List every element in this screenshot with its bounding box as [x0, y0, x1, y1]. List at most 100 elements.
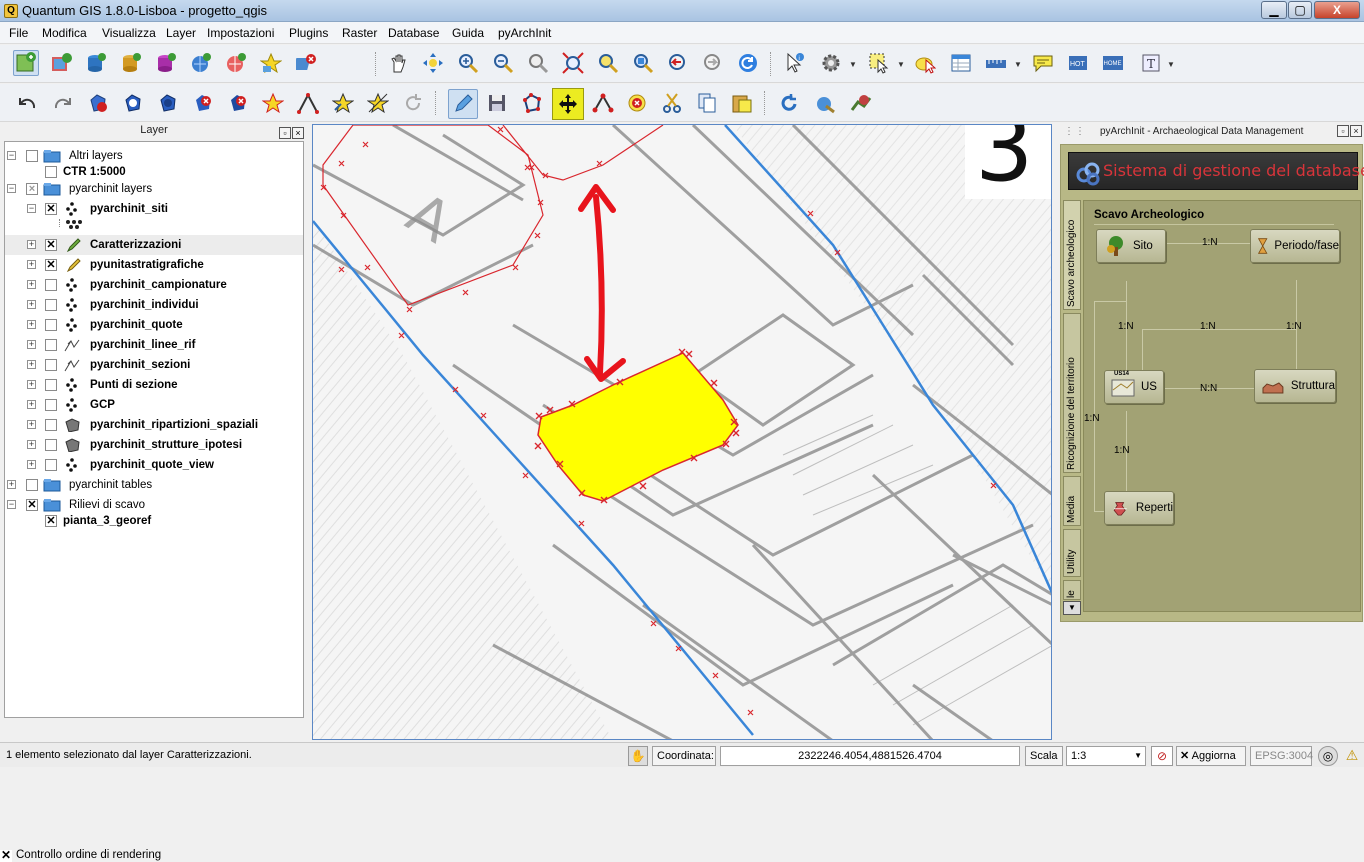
add-postgis-icon[interactable] — [83, 50, 109, 76]
layer-checkbox[interactable]: ✕ — [45, 239, 57, 251]
offset-curve-icon[interactable] — [295, 90, 321, 116]
copy-features-icon[interactable] — [694, 90, 720, 116]
layer-checkbox[interactable] — [45, 459, 57, 471]
zoom-actual-icon[interactable] — [525, 50, 551, 76]
expand-icon[interactable]: + — [27, 280, 36, 289]
layer-pianta-3-georef[interactable]: ✕ pianta_3_georef — [5, 511, 303, 531]
menu-raster[interactable]: Raster — [342, 26, 377, 40]
zoom-last-icon[interactable] — [665, 50, 691, 76]
layer-pyarchinit-individui[interactable]: + pyarchinit_individui — [5, 295, 303, 315]
menu-impostazioni[interactable]: Impostazioni — [207, 26, 274, 40]
close-button[interactable]: X — [1314, 1, 1360, 19]
pan-to-selection-icon[interactable] — [420, 50, 446, 76]
layer-checkbox[interactable] — [26, 479, 38, 491]
refresh-icon[interactable] — [735, 50, 761, 76]
menu-database[interactable]: Database — [388, 26, 439, 40]
delete-part-icon[interactable] — [225, 90, 251, 116]
layer-checkbox[interactable] — [45, 399, 57, 411]
node-struttura-button[interactable]: Struttura — [1254, 369, 1336, 403]
menu-file[interactable]: File — [9, 26, 28, 40]
deselect-icon[interactable] — [912, 50, 938, 76]
chevron-down-icon[interactable]: ▼ — [897, 60, 905, 69]
text-annotation-icon[interactable]: T — [1138, 50, 1164, 76]
zoom-out-icon[interactable] — [490, 50, 516, 76]
menu-visualizza[interactable]: Visualizza — [102, 26, 156, 40]
collapse-icon[interactable]: − — [7, 500, 16, 509]
layer-checkbox[interactable]: × — [26, 183, 38, 195]
add-spatialite-icon[interactable] — [118, 50, 144, 76]
move-feature-icon[interactable] — [552, 88, 584, 120]
add-feature-icon[interactable] — [519, 90, 545, 116]
menu-layer[interactable]: Layer — [166, 26, 196, 40]
node-periodo-fase-button[interactable]: Periodo/fase — [1250, 229, 1340, 263]
menu-guida[interactable]: Guida — [452, 26, 484, 40]
layer-pyarchinit-quote[interactable]: + pyarchinit_quote — [5, 315, 303, 335]
render-order-checkbox[interactable]: ✕ — [0, 849, 12, 862]
layer-checkbox[interactable] — [45, 319, 57, 331]
menu-plugins[interactable]: Plugins — [289, 26, 328, 40]
map-canvas[interactable]: A 3 — [312, 124, 1052, 740]
simplify-icon[interactable] — [330, 90, 356, 116]
node-tool-icon[interactable] — [590, 90, 616, 116]
close-icon[interactable]: × — [1350, 125, 1362, 137]
add-mssql-icon[interactable] — [153, 50, 179, 76]
layer-checkbox[interactable]: ✕ — [45, 203, 57, 215]
close-icon[interactable]: × — [292, 127, 304, 139]
layer-pyarchinit-siti[interactable]: − ✕ pyarchinit_siti — [5, 199, 303, 219]
layer-checkbox[interactable] — [45, 299, 57, 311]
fill-ring-icon[interactable] — [155, 90, 181, 116]
expand-icon[interactable]: + — [27, 420, 36, 429]
tab-ricognizione-territorio[interactable]: Ricognizione del territorio — [1063, 313, 1081, 473]
layer-checkbox[interactable] — [45, 339, 57, 351]
collapse-icon[interactable]: − — [7, 184, 16, 193]
select-features-icon[interactable] — [866, 50, 892, 76]
expand-icon[interactable]: + — [27, 340, 36, 349]
menu-pyarchinit[interactable]: pyArchInit — [498, 26, 551, 40]
expand-icon[interactable]: + — [27, 260, 36, 269]
zoom-in-icon[interactable] — [455, 50, 481, 76]
layer-checkbox[interactable] — [45, 379, 57, 391]
zoom-selection-icon[interactable] — [595, 50, 621, 76]
warning-icon[interactable]: ⚠ — [1343, 747, 1361, 765]
layer-checkbox[interactable] — [45, 439, 57, 451]
expand-icon[interactable]: + — [7, 480, 16, 489]
show-bookmarks-icon[interactable]: HOME — [1100, 50, 1126, 76]
scale-combo[interactable]: 1:3 ▼ — [1066, 746, 1146, 766]
layer-gcp[interactable]: + GCP — [5, 395, 303, 415]
layer-checkbox[interactable]: ✕ — [26, 499, 38, 511]
add-wfs-icon[interactable] — [223, 50, 249, 76]
float-icon[interactable]: ▫ — [279, 127, 291, 139]
measure-ruler-icon[interactable] — [983, 50, 1009, 76]
new-project-icon[interactable] — [13, 50, 39, 76]
split-features-icon[interactable] — [365, 90, 391, 116]
layer-pyarchinit-quote-view[interactable]: + pyarchinit_quote_view — [5, 455, 303, 475]
coordinate-field[interactable]: 2322246.4054,4881526.4704 — [720, 746, 1020, 766]
layer-pyarchinit-strutture-ipotesi[interactable]: + pyarchinit_strutture_ipotesi — [5, 435, 303, 455]
pan-hand-icon[interactable] — [386, 50, 412, 76]
delete-selected-icon[interactable] — [624, 90, 650, 116]
layer-pyarchinit-campionature[interactable]: + pyarchinit_campionature — [5, 275, 303, 295]
tab-scavo-archeologico[interactable]: Scavo archeologico — [1063, 200, 1081, 310]
add-ring-icon[interactable] — [85, 90, 111, 116]
layer-pyarchinit-linee-rif[interactable]: + pyarchinit_linee_rif — [5, 335, 303, 355]
chevron-down-icon[interactable]: ▼ — [1167, 60, 1175, 69]
layer-checkbox[interactable] — [45, 419, 57, 431]
layer-group-pyarchinit-tables[interactable]: + pyarchinit tables — [5, 475, 303, 495]
node-us-button[interactable]: US — [1104, 370, 1164, 404]
new-shapefile-icon[interactable] — [258, 50, 284, 76]
node-reperti-button[interactable]: Reperti — [1104, 491, 1174, 525]
layer-checkbox[interactable] — [45, 166, 57, 178]
layer-checkbox[interactable]: ✕ — [45, 515, 57, 527]
layer-pyarchinit-sezioni[interactable]: + pyarchinit_sezioni — [5, 355, 303, 375]
menu-modifica[interactable]: Modifica — [42, 26, 87, 40]
cut-features-icon[interactable] — [659, 90, 685, 116]
identify-icon[interactable]: i — [782, 50, 808, 76]
projection-globe-icon[interactable]: ◎ — [1318, 746, 1338, 766]
tab-more[interactable]: le — [1063, 580, 1081, 600]
actions-gear-icon[interactable] — [818, 50, 844, 76]
add-wms-icon[interactable] — [188, 50, 214, 76]
zoom-layer-icon[interactable] — [630, 50, 656, 76]
save-edits-icon[interactable] — [484, 90, 510, 116]
tab-utility[interactable]: Utility — [1063, 529, 1081, 577]
expand-icon[interactable]: + — [27, 440, 36, 449]
